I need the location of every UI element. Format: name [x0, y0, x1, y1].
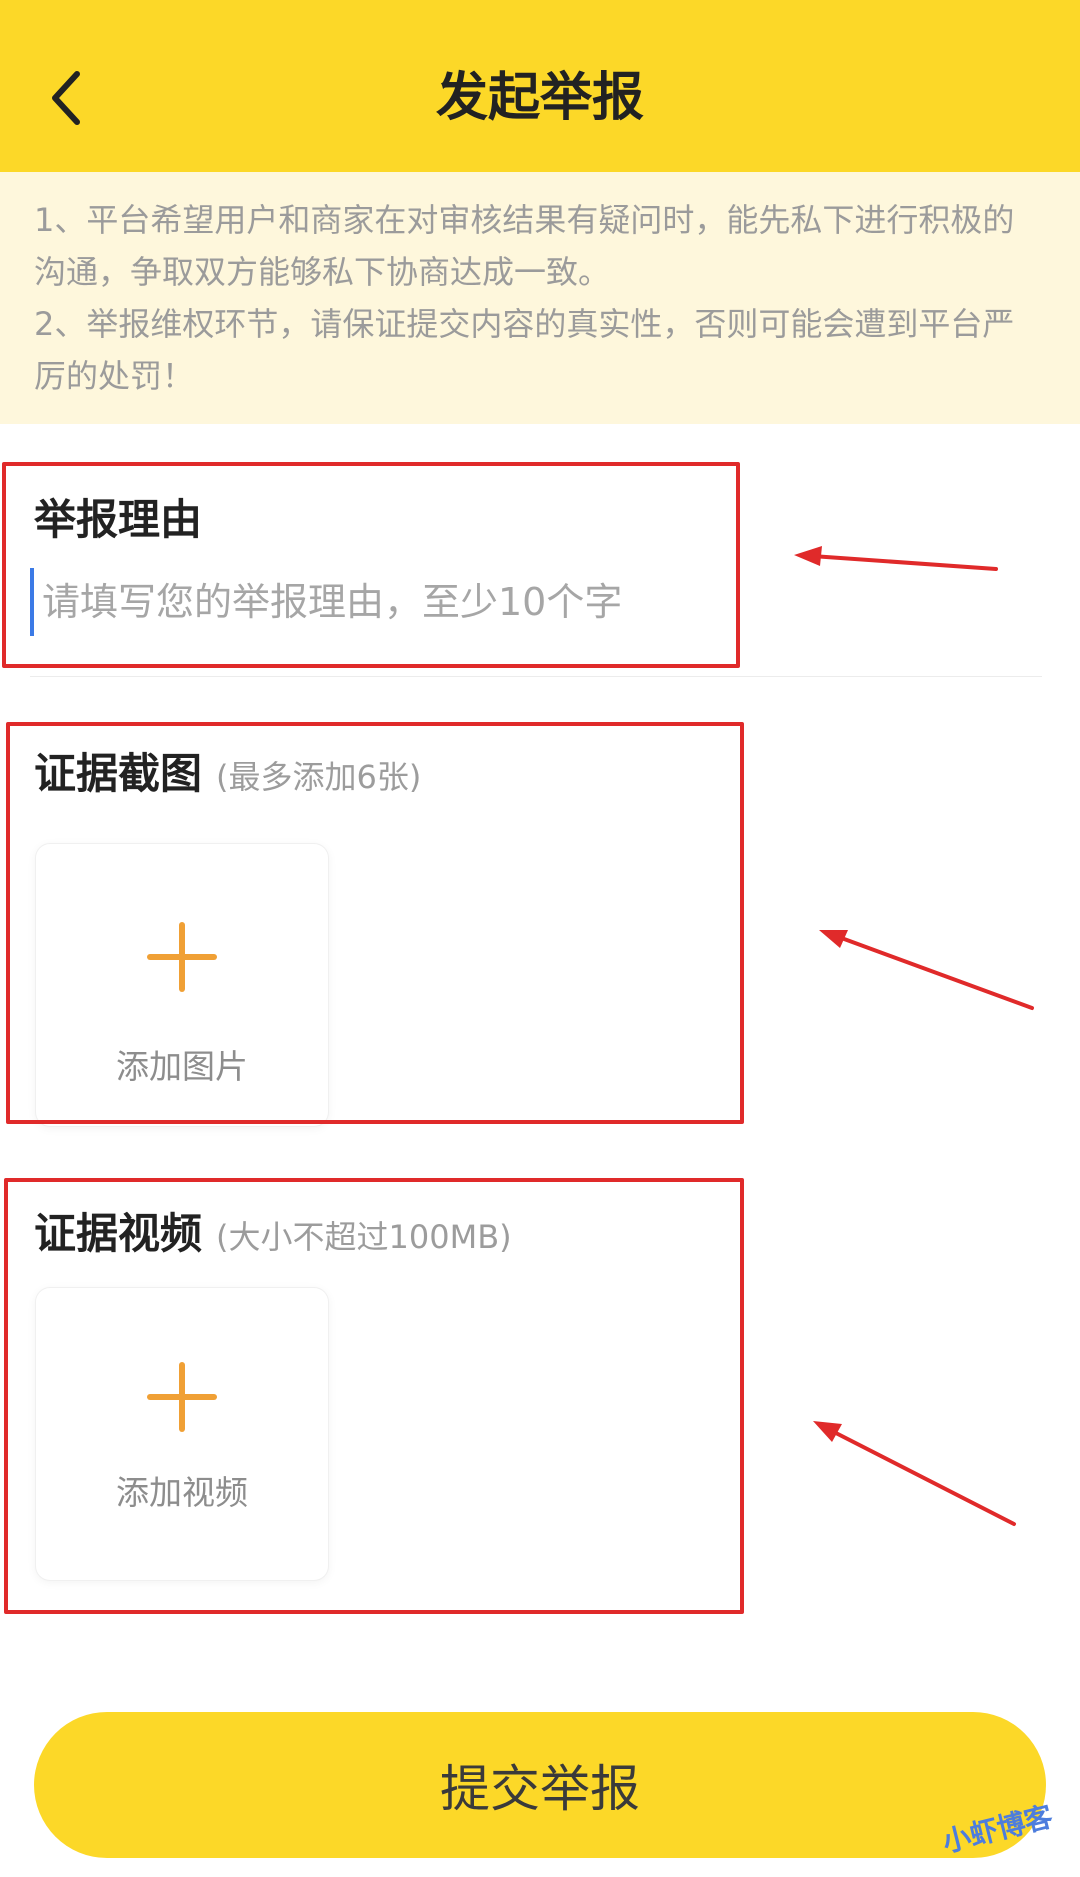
notice-line-2: 2、举报维权环节，请保证提交内容的真实性，否则可能会遭到平台严厉的处罚！: [34, 305, 1015, 395]
add-video-button[interactable]: 添加视频: [36, 1288, 328, 1580]
video-title: 证据视频: [34, 1209, 203, 1258]
app-header: 发起举报: [0, 0, 1080, 172]
plus-icon: [147, 922, 217, 992]
add-video-label: 添加视频: [116, 1473, 248, 1512]
chevron-left-icon: [52, 71, 80, 125]
arrow-icon: [794, 546, 998, 571]
video-hint: (大小不超过100MB): [216, 1218, 512, 1256]
add-image-label: 添加图片: [116, 1047, 248, 1086]
page-title: 发起举报: [435, 68, 644, 128]
reason-input[interactable]: [30, 568, 722, 636]
add-image-button[interactable]: 添加图片: [36, 844, 328, 1126]
screenshots-hint: (最多添加6张): [216, 758, 422, 796]
screenshots-section-title: 证据截图 (最多添加6张): [34, 740, 421, 801]
arrow-icon: [813, 1421, 1016, 1526]
screenshots-title: 证据截图: [34, 749, 203, 798]
notice-banner: 1、平台希望用户和商家在对审核结果有疑问时，能先私下进行积极的沟通，争取双方能够…: [0, 172, 1080, 424]
notice-line-1: 1、平台希望用户和商家在对审核结果有疑问时，能先私下进行积极的沟通，争取双方能够…: [34, 201, 1015, 291]
submit-report-button[interactable]: 提交举报: [34, 1712, 1046, 1858]
video-section-title: 证据视频 (大小不超过100MB): [34, 1200, 512, 1261]
arrow-icon: [819, 930, 1034, 1010]
back-button[interactable]: [36, 58, 96, 138]
reason-section-title: 举报理由: [34, 486, 202, 547]
plus-icon: [147, 1362, 217, 1432]
reason-title: 举报理由: [34, 495, 203, 544]
divider: [30, 676, 1042, 677]
